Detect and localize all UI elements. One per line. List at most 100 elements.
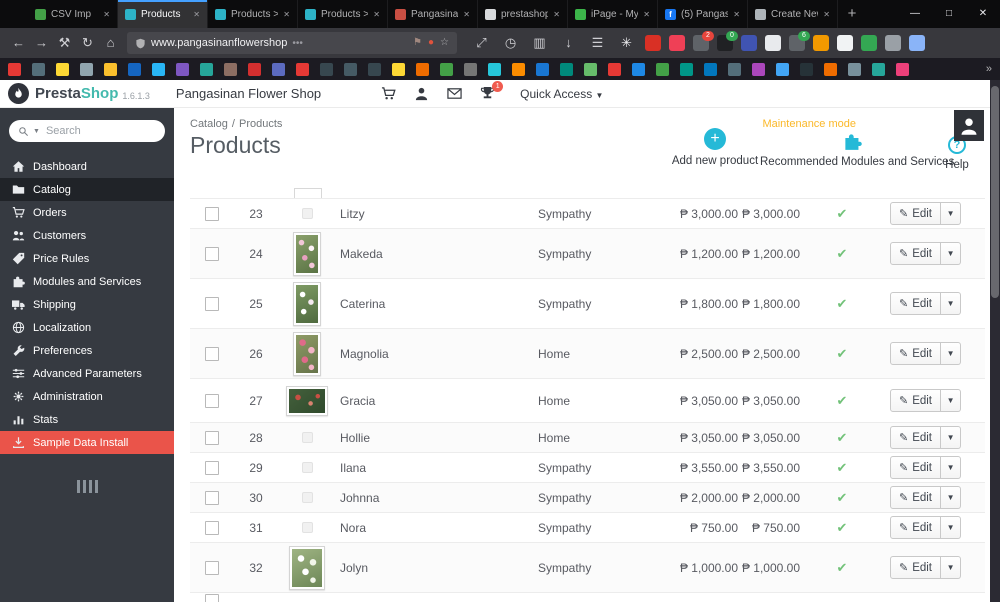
clipper-extension-icon[interactable] [813, 35, 829, 51]
row-checkbox[interactable] [205, 297, 219, 311]
bookmark-icon[interactable] [440, 63, 453, 76]
bookmarks-overflow-icon[interactable]: » [986, 63, 992, 75]
status-enabled-icon[interactable]: ✔ [837, 206, 848, 221]
browser-tab[interactable]: Pangasinan✕ [388, 0, 478, 28]
employee-avatar[interactable] [954, 110, 984, 141]
bookmark-icon[interactable] [488, 63, 501, 76]
search-scope-caret-icon[interactable]: ▼ [33, 128, 40, 135]
url-overflow-icon[interactable]: ••• [292, 38, 303, 49]
trophy-icon[interactable]: 1 [480, 86, 496, 102]
sidebar-item-price-rules[interactable]: Price Rules [0, 247, 174, 270]
tools-icon[interactable]: ⚒ [54, 32, 75, 54]
bookmark-icon[interactable] [296, 63, 309, 76]
row-checkbox[interactable] [205, 247, 219, 261]
browser-tab[interactable]: iPage - MyS✕ [568, 0, 658, 28]
bookmark-icon[interactable] [584, 63, 597, 76]
tab-close-icon[interactable]: ✕ [373, 10, 380, 19]
breadcrumb-catalog[interactable]: Catalog [190, 118, 228, 130]
browser-tab[interactable]: Products > I✕ [298, 0, 388, 28]
star-icon[interactable]: ☆ [440, 37, 449, 49]
sidebar-icon[interactable]: ▥ [529, 32, 550, 54]
edit-dropdown-toggle[interactable]: ▼ [941, 516, 961, 539]
edit-button[interactable]: ✎Edit [890, 202, 941, 225]
sidebar-item-advanced-parameters[interactable]: Advanced Parameters [0, 362, 174, 385]
edit-button[interactable]: ✎Edit [890, 242, 941, 265]
sidebar-item-customers[interactable]: Customers [0, 224, 174, 247]
status-enabled-icon[interactable]: ✔ [837, 393, 848, 408]
bookmark-icon[interactable] [200, 63, 213, 76]
flask-icon[interactable]: ✳ [616, 32, 637, 54]
bookmark-icon[interactable] [728, 63, 741, 76]
sidebar-item-preferences[interactable]: Preferences [0, 339, 174, 362]
url-text[interactable]: www.pangasinanflowershop [151, 37, 287, 49]
tab-close-icon[interactable]: ✕ [733, 10, 740, 19]
edit-dropdown-toggle[interactable]: ▼ [941, 389, 961, 412]
edit-dropdown-toggle[interactable]: ▼ [941, 342, 961, 365]
edit-button[interactable]: ✎Edit [890, 342, 941, 365]
translate-extension-icon[interactable] [741, 35, 757, 51]
shield-icon[interactable] [135, 38, 146, 49]
bookmark-icon[interactable] [632, 63, 645, 76]
edit-button[interactable]: ✎Edit [890, 456, 941, 479]
bookmark-icon[interactable] [152, 63, 165, 76]
sidebar-item-sample-data-install[interactable]: Sample Data Install [0, 431, 174, 454]
tab-close-icon[interactable]: ✕ [823, 10, 830, 19]
grid-extension-icon[interactable] [909, 35, 925, 51]
download-icon[interactable]: ↓ [558, 32, 579, 54]
edit-dropdown-toggle[interactable]: ▼ [941, 242, 961, 265]
bookmark-icon[interactable] [272, 63, 285, 76]
row-checkbox[interactable] [205, 347, 219, 361]
sidebar-search[interactable]: ▼ [9, 120, 165, 142]
sidebar-item-catalog[interactable]: Catalog [0, 178, 174, 201]
shop-name-link[interactable]: Pangasinan Flower Shop [176, 86, 321, 101]
row-checkbox[interactable] [205, 561, 219, 575]
tab-close-icon[interactable]: ✕ [103, 10, 110, 19]
bookmark-icon[interactable] [392, 63, 405, 76]
browser-tab[interactable]: prestashop✕ [478, 0, 568, 28]
sidebar-item-dashboard[interactable]: Dashboard [0, 155, 174, 178]
edit-button[interactable]: ✎Edit [890, 486, 941, 509]
bookmark-icon[interactable] [224, 63, 237, 76]
bookmark-icon[interactable] [896, 63, 909, 76]
notes-extension-icon[interactable] [765, 35, 781, 51]
pocket-extension-icon[interactable] [669, 35, 685, 51]
bookmark-icon[interactable] [416, 63, 429, 76]
row-checkbox[interactable] [205, 431, 219, 445]
edit-button[interactable]: ✎Edit [890, 516, 941, 539]
bookmark-icon[interactable] [32, 63, 45, 76]
row-checkbox[interactable] [205, 461, 219, 475]
new-tab-button[interactable]: + [838, 0, 866, 28]
close-button[interactable]: ✕ [966, 0, 1000, 28]
bookmark-icon[interactable] [848, 63, 861, 76]
pocket-icon[interactable]: ● [428, 37, 434, 49]
status-enabled-icon[interactable]: ✔ [837, 430, 848, 445]
bookmark-icon[interactable] [656, 63, 669, 76]
status-enabled-icon[interactable]: ✔ [837, 246, 848, 261]
edit-dropdown-toggle[interactable]: ▼ [941, 556, 961, 579]
bookmark-icon[interactable] [800, 63, 813, 76]
pdf-extension-icon[interactable] [645, 35, 661, 51]
sidebar-item-orders[interactable]: Orders [0, 201, 174, 224]
edit-button[interactable]: ✎Edit [890, 292, 941, 315]
bookmark-icon[interactable] [176, 63, 189, 76]
tab-close-icon[interactable]: ✕ [463, 10, 470, 19]
bookmark-icon[interactable] [776, 63, 789, 76]
edit-dropdown-toggle[interactable]: ▼ [941, 426, 961, 449]
row-checkbox[interactable] [205, 394, 219, 408]
bookmark-icon[interactable] [824, 63, 837, 76]
bookmark-icon[interactable] [680, 63, 693, 76]
deal-extension-icon[interactable] [861, 35, 877, 51]
edit-dropdown-toggle[interactable]: ▼ [941, 456, 961, 479]
ghost-extension-icon[interactable] [837, 35, 853, 51]
back-icon[interactable]: ← [8, 32, 29, 54]
search-input[interactable] [44, 124, 156, 138]
bookmark-icon[interactable] [464, 63, 477, 76]
sidebar-item-stats[interactable]: Stats [0, 408, 174, 431]
sidebar-item-localization[interactable]: Localization [0, 316, 174, 339]
browser-tab[interactable]: CSV Imp✕ [28, 0, 118, 28]
row-checkbox[interactable] [205, 491, 219, 505]
status-enabled-icon[interactable]: ✔ [837, 296, 848, 311]
browser-tab[interactable]: f(5) Pangasi✕ [658, 0, 748, 28]
bookmark-icon[interactable] [344, 63, 357, 76]
forward-icon[interactable]: → [31, 32, 52, 54]
